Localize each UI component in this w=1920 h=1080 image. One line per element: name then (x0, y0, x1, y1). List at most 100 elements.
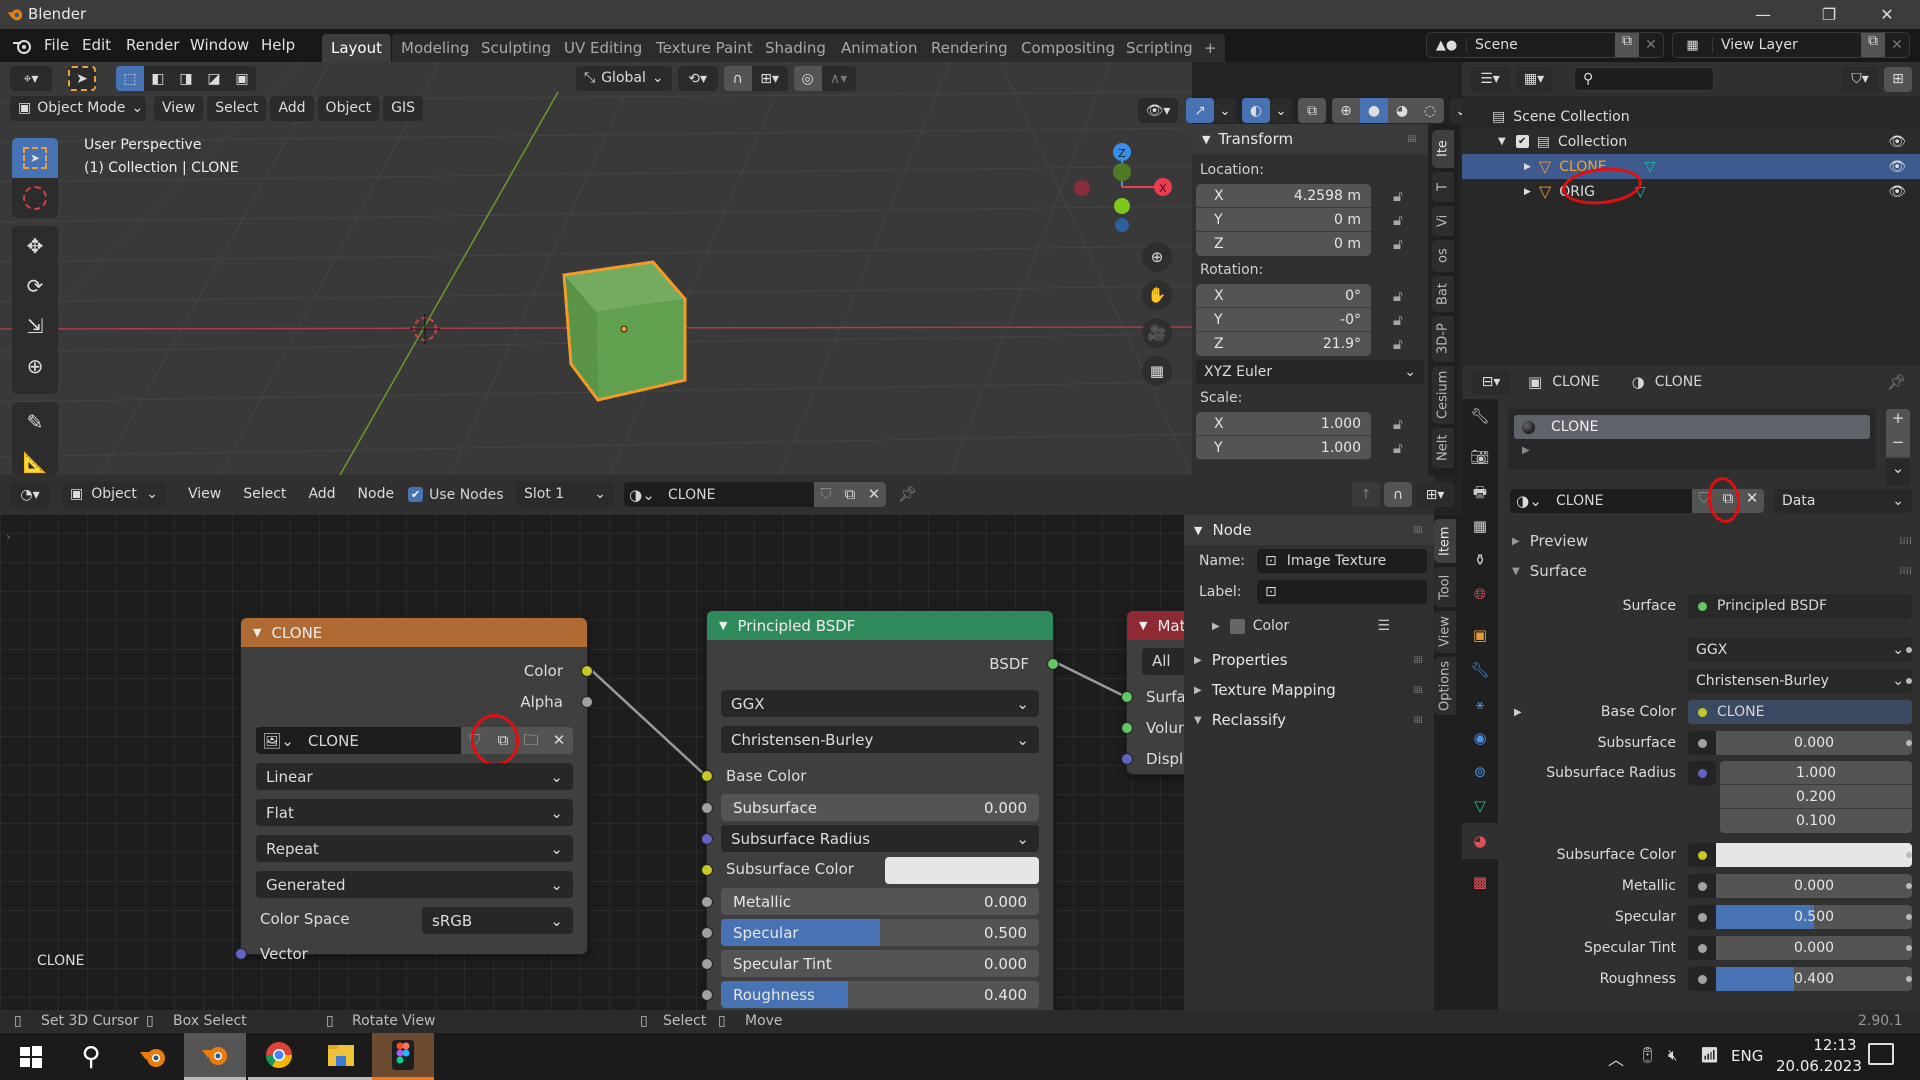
node-color-checkbox[interactable] (1229, 618, 1245, 634)
zoom-view-icon[interactable]: ⊕ (1142, 242, 1172, 272)
node-menu-select[interactable]: Select (235, 482, 294, 507)
tab-layout[interactable]: Layout (322, 34, 391, 62)
rotation-z-field[interactable]: Z 21.9° (1196, 332, 1371, 356)
gizmo-toggle-icon[interactable]: ↗ (1186, 98, 1214, 123)
material-output-node[interactable]: ▼Mat All Surfa Volun Displa (1121, 611, 1184, 774)
unlink-material-icon[interactable]: ✕ (1740, 489, 1764, 513)
lock-icon[interactable]: 🔓︎ (1393, 232, 1403, 256)
outliner-object-clone[interactable]: ▶ ▽ CLONE ▽ 👁︎ (1462, 154, 1920, 179)
show-hidden-icons-icon[interactable]: ︿ (1608, 1046, 1624, 1070)
location-y-field[interactable]: Y0 m (1196, 208, 1371, 232)
sidebar-tab-bat[interactable]: Bat (1432, 276, 1454, 312)
output-target-dropdown[interactable]: All (1142, 648, 1184, 675)
xray-toggle-icon[interactable]: ⧉ (1298, 98, 1326, 123)
subsurface-radius-y[interactable]: 0.200 (1720, 785, 1912, 809)
editor-type-button[interactable]: ⊟▾ (1472, 369, 1510, 395)
select-new-icon[interactable]: ⬚ (116, 66, 144, 91)
sidebar-tab-cesium[interactable]: Cesium (1432, 366, 1454, 424)
material-slot-item[interactable]: CLONE (1514, 415, 1870, 439)
camera-view-icon[interactable]: 🎥 (1142, 318, 1172, 348)
scene-tab-icon[interactable]: ⚱ (1462, 543, 1498, 577)
tab-texture-paint[interactable]: Texture Paint (647, 34, 762, 62)
node-material-name-field[interactable]: CLONE (660, 487, 814, 503)
material-browse-icon[interactable]: ◑⌄ (624, 486, 660, 504)
lock-icon[interactable]: 🔓︎ (1393, 208, 1403, 232)
node-color-row[interactable]: ▶ Color ☰ (1184, 607, 1434, 645)
pin-icon[interactable]: 📌︎ (1887, 373, 1906, 391)
subsurface-radius-socket[interactable] (701, 833, 713, 845)
metallic-socket[interactable] (701, 896, 713, 908)
tab-compositing[interactable]: Compositing (1012, 34, 1125, 62)
bsdf-specular-slider[interactable]: Specular 0.500 (721, 919, 1039, 946)
roughness-slider[interactable]: 0.400 (1716, 967, 1912, 991)
collapse-arrow-icon[interactable]: ▼ (1498, 136, 1506, 147)
notifications-icon[interactable] (1868, 1043, 1894, 1065)
color-space-dropdown[interactable]: sRGB ⌄ (422, 907, 573, 934)
snap-target-button[interactable]: ⊞▾ (751, 66, 788, 91)
material-browse-icon[interactable]: ◑⌄ (1510, 492, 1548, 510)
vector-input-socket[interactable] (235, 948, 247, 960)
clock-date[interactable]: 20.06.2023 (1776, 1057, 1862, 1075)
rotate-tool-icon[interactable]: ⟳ (12, 266, 58, 306)
bsdf-subsurface-color-swatch[interactable] (885, 857, 1039, 884)
viewport-menu-gis[interactable]: GIS (383, 96, 424, 121)
search-icon[interactable]: ⚲ (60, 1033, 122, 1080)
wifi-icon[interactable]: 📶︎ (1700, 1046, 1719, 1064)
lock-icon[interactable]: 🔓︎ (1393, 332, 1403, 356)
viewport-menu-select[interactable]: Select (207, 96, 267, 121)
node-tab-tool[interactable]: Tool (1434, 567, 1456, 607)
outliner-collection[interactable]: ▼ ✔ ▤ Collection 👁︎ (1462, 129, 1920, 154)
viewport-menu-object[interactable]: Object (317, 96, 380, 121)
material-shading-icon[interactable]: ◕ (1388, 98, 1416, 123)
battery-icon[interactable]: 🔋︎ (1638, 1046, 1657, 1064)
cursor-tool-icon[interactable] (12, 178, 58, 218)
bsdf-specular-tint-field[interactable]: Specular Tint 0.000 (721, 950, 1039, 977)
menu-edit[interactable]: Edit (76, 29, 117, 62)
surface-input-socket[interactable] (1121, 691, 1133, 703)
alpha-output-socket[interactable] (581, 696, 593, 708)
node-menu-add[interactable]: Add (300, 482, 343, 507)
visibility-eye-icon[interactable]: 👁︎ (1888, 134, 1906, 150)
select-extend-icon[interactable]: ◧ (144, 66, 172, 91)
location-x-field[interactable]: X 4.2598 m (1196, 184, 1371, 208)
image-browse-icon[interactable]: 🖼︎⌄ (256, 732, 300, 750)
specular-slider[interactable]: 0.500 (1716, 905, 1912, 929)
slot-dropdown[interactable]: Slot 1 ⌄ (516, 482, 614, 507)
unlink-image-icon[interactable]: ✕ (545, 727, 573, 754)
tool-tab-icon[interactable]: 🔧︎ (1462, 399, 1498, 433)
distribution-dropdown[interactable]: GGX ⌄ (1688, 638, 1912, 662)
tab-rendering[interactable]: Rendering (922, 34, 1017, 62)
fake-user-shield-icon[interactable]: ⛉ (814, 482, 838, 507)
transform-orientation-dropdown[interactable]: ⤡ Global ⌄ (576, 66, 672, 91)
subsurface-radius-x[interactable]: 1.000 (1720, 761, 1912, 785)
tab-sculpting[interactable]: Sculpting (472, 34, 561, 62)
shader-node-editor[interactable]: › CLONE ▼ CLONE Color Alpha 🖼︎⌄ CLONE ⛉ ⧉… (0, 475, 1184, 1010)
unlink-material-icon[interactable]: ✕ (862, 482, 886, 507)
surface-shader-field[interactable]: Principled BSDF (1688, 594, 1912, 618)
tab-shading[interactable]: Shading (756, 34, 835, 62)
select-intersect-icon[interactable]: ▣ (228, 66, 256, 91)
node-snap-target-button[interactable]: ⊞▾ (1416, 482, 1454, 507)
figma-icon[interactable] (372, 1033, 434, 1080)
proportional-edit-icon[interactable]: ◎ (793, 66, 822, 91)
falloff-button[interactable]: ∧▾ (821, 66, 856, 91)
menu-window[interactable]: Window (184, 29, 255, 62)
new-view-layer-icon[interactable]: ⧉ (1861, 33, 1885, 57)
filter-view-layer-button[interactable]: ▦▾ (1516, 66, 1552, 92)
visibility-eye-icon[interactable]: 👁︎ (1888, 184, 1906, 200)
image-name-field[interactable]: CLONE (300, 732, 461, 750)
expand-arrow-icon[interactable]: ▶ (1514, 707, 1522, 718)
bsdf-subsurface-radius-dropdown[interactable]: Subsurface Radius ⌄ (721, 825, 1039, 852)
scene-selector[interactable]: ▲● Scene ⧉ ✕ (1426, 32, 1664, 58)
volume-input-socket[interactable] (1121, 722, 1133, 734)
node-label-field[interactable]: ⊡ (1257, 579, 1427, 604)
new-collection-icon[interactable]: ⊞ (1884, 66, 1912, 92)
properties-section-header[interactable]: ▶ Properties ⁞⁞⁞⁞ (1184, 645, 1434, 675)
bsdf-roughness-slider[interactable]: Roughness 0.400 (721, 981, 1039, 1008)
parent-node-tree-icon[interactable]: ↑ (1352, 482, 1380, 507)
use-nodes-toggle[interactable]: ✔ Use Nodes (408, 487, 504, 503)
node-menu-node[interactable]: Node (350, 482, 403, 507)
shader-type-dropdown[interactable]: ▣ Object ⌄ (62, 482, 166, 507)
visibility-button[interactable]: 👁▾ (1138, 98, 1178, 123)
mesh-data-icon[interactable]: ▽ (1645, 159, 1656, 175)
